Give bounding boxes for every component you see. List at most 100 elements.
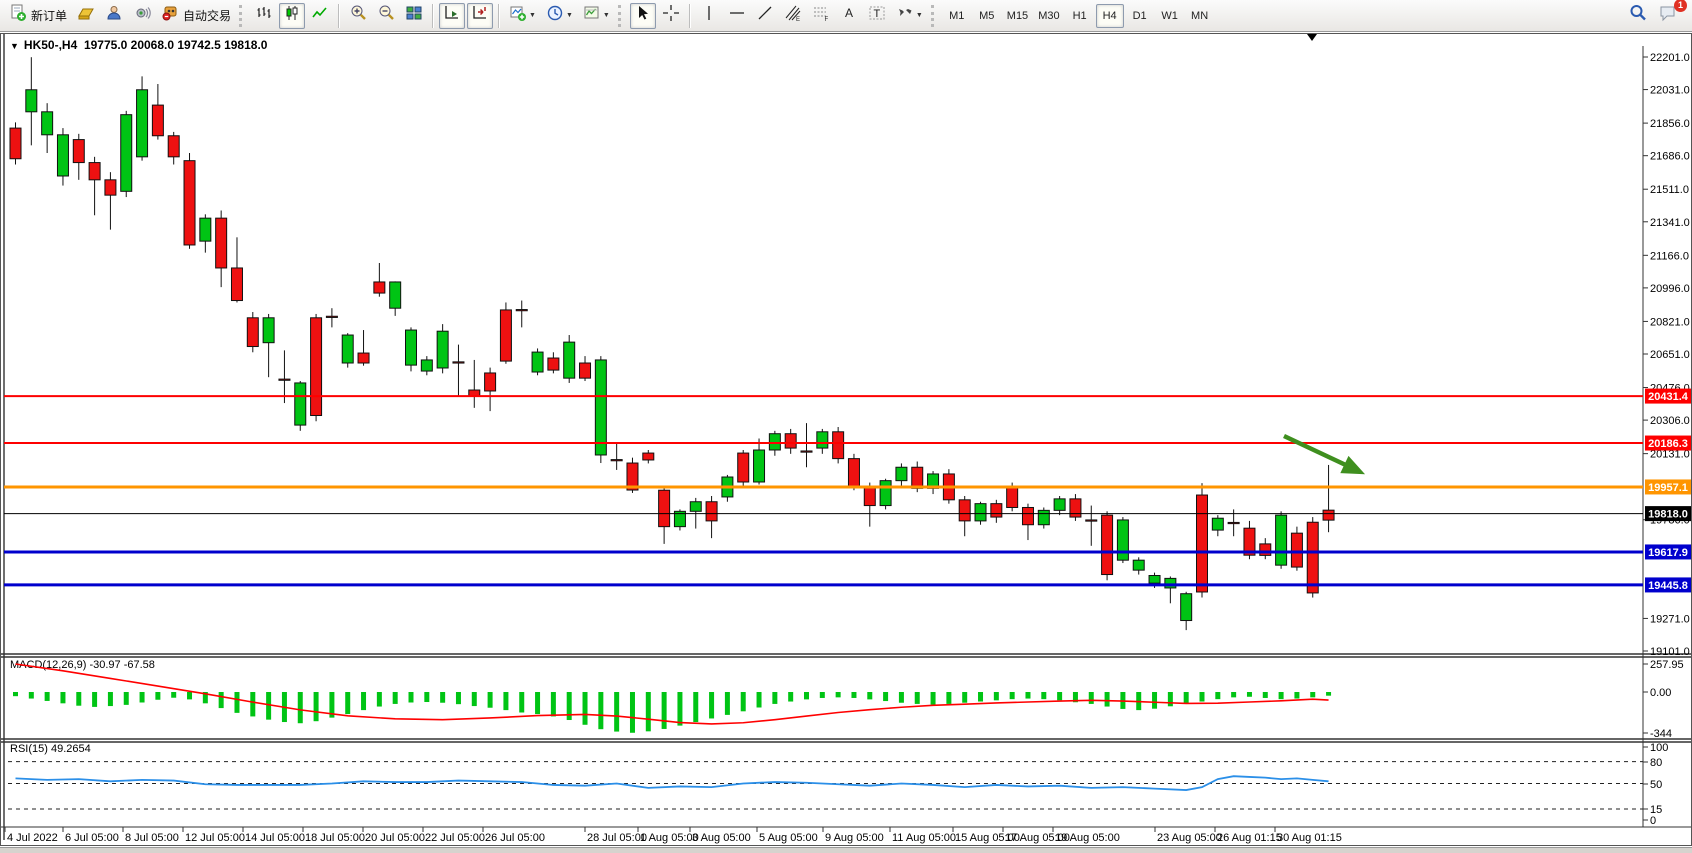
candle-down <box>485 373 496 391</box>
candle-up <box>421 360 432 371</box>
candle-down <box>659 490 670 526</box>
macd-histogram-bar <box>1010 692 1015 699</box>
candle-up <box>1133 560 1144 570</box>
candle-down <box>801 451 812 452</box>
candle-down <box>864 486 875 505</box>
macd-histogram-bar <box>946 692 951 704</box>
macd-histogram-bar <box>741 692 746 711</box>
candle-up <box>690 502 701 512</box>
price-tick-label: 22031.0 <box>1650 85 1690 97</box>
time-axis-label: 3 Aug 05:00 <box>692 832 751 844</box>
time-axis-label: 22 Jul 05:00 <box>425 832 485 844</box>
trend-arrow-annotation[interactable] <box>1284 436 1350 467</box>
candle-up <box>564 342 575 378</box>
price-level-label: 19818.0 <box>1648 509 1688 521</box>
macd-histogram-bar <box>1263 692 1268 698</box>
candle-down <box>216 218 227 268</box>
macd-histogram-bar <box>187 692 192 699</box>
macd-histogram-bar <box>345 692 350 714</box>
candle-down <box>184 161 195 245</box>
time-axis-label: 1 Aug 05:00 <box>640 832 699 844</box>
rsi-axis-label: 50 <box>1650 779 1662 791</box>
macd-histogram-bar <box>124 692 129 705</box>
candle-up <box>200 218 211 241</box>
candle-down <box>374 282 385 293</box>
macd-histogram-bar <box>693 692 698 722</box>
price-level-label: 20186.3 <box>1648 438 1688 450</box>
macd-histogram-bar <box>488 692 493 708</box>
candle-down <box>1307 522 1318 593</box>
macd-histogram-bar <box>1057 692 1062 700</box>
candle-down <box>168 136 179 157</box>
macd-histogram-bar <box>29 692 34 699</box>
macd-histogram-bar <box>1105 692 1110 707</box>
candle-down <box>580 363 591 378</box>
candle-down <box>912 467 923 488</box>
candle-down <box>1086 520 1097 521</box>
candle-down <box>1102 515 1113 574</box>
price-level-label: 20431.4 <box>1648 391 1689 403</box>
candle-down <box>785 434 796 448</box>
candle-up <box>595 360 606 455</box>
price-level-label: 19957.1 <box>1648 482 1688 494</box>
macd-histogram-bar <box>1310 692 1315 697</box>
time-axis-label: 20 Jul 05:00 <box>365 832 425 844</box>
price-level-label: 19445.8 <box>1648 580 1688 592</box>
macd-histogram-bar <box>962 692 967 703</box>
macd-histogram-bar <box>1279 692 1284 699</box>
candle-up <box>1149 576 1160 584</box>
candle-up <box>121 115 132 192</box>
macd-histogram-bar <box>772 692 777 704</box>
macd-histogram-bar <box>314 692 319 721</box>
price-tick-label: 21856.0 <box>1650 118 1690 130</box>
macd-axis-label: -344 <box>1650 728 1672 740</box>
candle-down <box>231 268 242 301</box>
time-axis-label: 14 Jul 05:00 <box>245 832 305 844</box>
candle-down <box>326 316 337 317</box>
candle-up <box>26 90 37 112</box>
macd-histogram-bar <box>709 692 714 718</box>
macd-histogram-bar <box>1247 692 1252 697</box>
candle-up <box>1181 594 1192 621</box>
candle-down <box>1070 499 1081 517</box>
candle-up <box>1212 518 1223 530</box>
chart-window-border <box>1 34 1692 846</box>
macd-histogram-bar <box>725 692 730 715</box>
price-tick-label: 20306.0 <box>1650 415 1690 427</box>
candle-up <box>1038 510 1049 524</box>
candle-up <box>42 112 53 135</box>
candle-down <box>991 504 1002 517</box>
macd-histogram-bar <box>108 692 113 706</box>
macd-histogram-bar <box>155 692 160 700</box>
candle-up <box>295 383 306 425</box>
candle-down <box>548 358 559 370</box>
candle-down <box>89 163 100 180</box>
candle-up <box>1165 578 1176 588</box>
macd-histogram-bar <box>140 692 145 702</box>
macd-histogram-bar <box>60 692 65 703</box>
candle-down <box>516 310 527 311</box>
chart-plot-surface[interactable]: 22201.022031.021856.021686.021511.021341… <box>0 0 1692 853</box>
mt4-application: 新订单 自动交易 <box>0 0 1692 853</box>
candle-up <box>817 432 828 448</box>
macd-histogram-bar <box>1294 692 1299 699</box>
price-tick-label: 20821.0 <box>1650 316 1690 328</box>
candle-down <box>73 140 84 163</box>
macd-histogram-bar <box>266 692 271 720</box>
macd-histogram-bar <box>13 692 18 696</box>
macd-histogram-bar <box>598 692 603 729</box>
macd-histogram-bar <box>92 692 97 707</box>
time-axis-label: 30 Aug 01:15 <box>1277 832 1342 844</box>
price-tick-label: 20996.0 <box>1650 283 1690 295</box>
macd-histogram-bar <box>788 692 793 702</box>
macd-histogram-bar <box>45 692 50 701</box>
candle-down <box>1228 522 1239 523</box>
candle-up <box>754 450 765 482</box>
candle-up <box>880 481 891 506</box>
candle-down <box>10 128 21 159</box>
time-axis-label: 19 Aug 05:00 <box>1055 832 1120 844</box>
candle-down <box>1323 510 1334 520</box>
macd-histogram-bar <box>440 692 445 703</box>
candle-down <box>738 453 749 482</box>
candle-down <box>358 353 369 363</box>
